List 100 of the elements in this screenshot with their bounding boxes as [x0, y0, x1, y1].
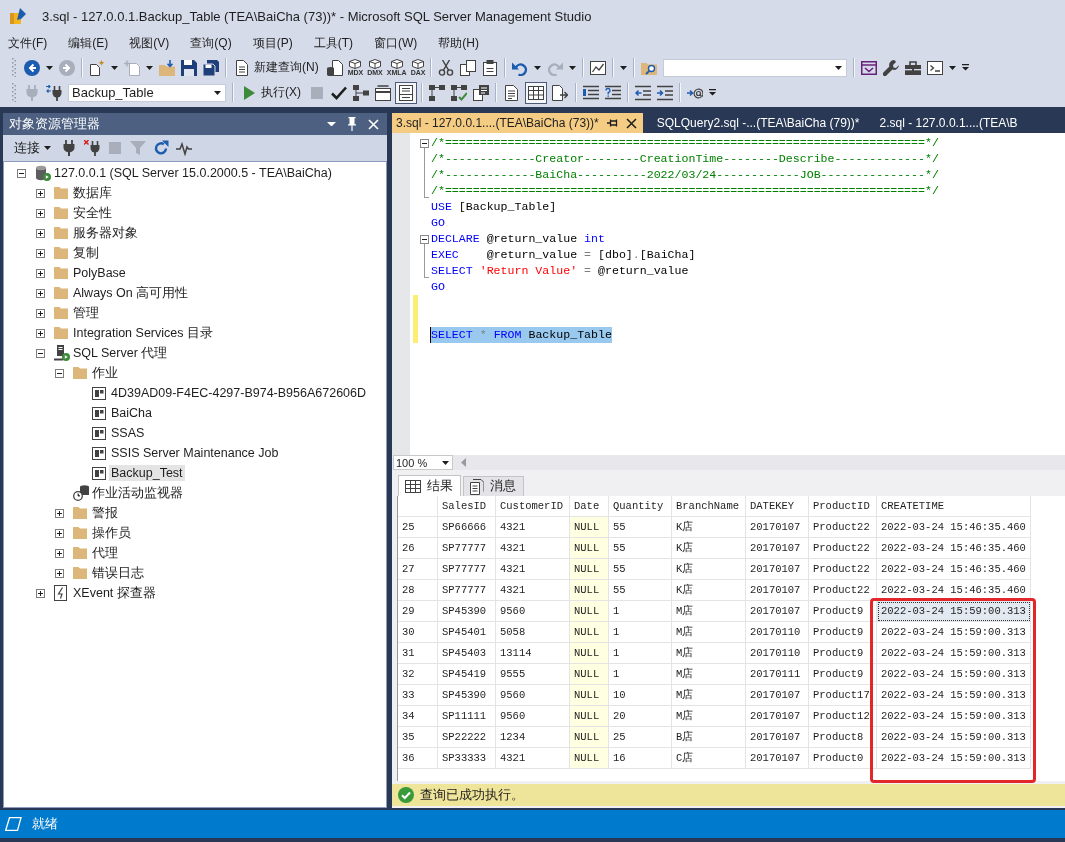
expand-icon[interactable]	[36, 288, 45, 298]
menu-item[interactable]: 编辑(E)	[61, 32, 123, 54]
pin-icon[interactable]	[346, 117, 358, 131]
caret-icon[interactable]	[44, 146, 51, 150]
menu-item[interactable]: 工具(T)	[306, 32, 367, 54]
collapse-icon[interactable]	[36, 348, 45, 358]
tree-item[interactable]: 作业活动监视器	[90, 483, 185, 503]
plug-arrows-icon[interactable]	[46, 84, 62, 101]
column-header[interactable]: DATEKEY	[746, 496, 809, 517]
expand-icon[interactable]	[36, 308, 45, 318]
menu-item[interactable]: 查询(Q)	[183, 32, 246, 54]
pin-icon[interactable]	[606, 118, 618, 128]
overflow-icon[interactable]	[962, 64, 970, 71]
tree-item[interactable]: 管理	[71, 303, 101, 323]
window-caret-icon[interactable]	[861, 59, 878, 76]
menu-item[interactable]: 文件(F)	[1, 32, 62, 54]
pulse-line-icon[interactable]	[176, 140, 192, 156]
expand-icon[interactable]	[36, 328, 45, 338]
zoom-dropdown[interactable]: 100 %	[393, 455, 453, 470]
lines-bar-icon[interactable]	[583, 84, 599, 101]
database-dropdown[interactable]: Backup_Table	[68, 83, 226, 102]
diagram-icon[interactable]	[429, 84, 445, 101]
tree-diagram-icon[interactable]	[353, 84, 369, 101]
plug-cross-icon[interactable]	[84, 140, 100, 156]
grip-icon[interactable]	[12, 82, 16, 103]
column-header[interactable]: SalesID	[438, 496, 496, 517]
expand-icon[interactable]	[36, 188, 45, 198]
tree-item[interactable]: 127.0.0.1 (SQL Server 15.0.2000.5 - TEA\BaiCha)	[52, 165, 334, 181]
results-tab[interactable]: 结果	[398, 475, 461, 496]
tree-item[interactable]: 作业	[90, 363, 120, 383]
lines-question-icon[interactable]	[605, 84, 621, 101]
column-header[interactable]: ProductID	[809, 496, 877, 517]
collapse-icon[interactable]	[17, 168, 26, 178]
tree-item[interactable]: 数据库	[71, 183, 114, 203]
tree-item[interactable]: BaiCha	[109, 405, 154, 421]
collapse-icon[interactable]	[55, 368, 64, 378]
expand-icon[interactable]	[55, 508, 64, 518]
document-tab[interactable]: 2.sql - 127.0.0.1....(TEA\B	[875, 113, 1024, 133]
expand-icon[interactable]	[55, 528, 64, 538]
expand-icon[interactable]	[36, 248, 45, 258]
terminal-icon[interactable]	[927, 59, 944, 76]
stacked-boxes-icon[interactable]	[473, 84, 489, 101]
caret-icon[interactable]	[534, 65, 542, 70]
close-icon[interactable]	[625, 117, 637, 129]
plug-icon[interactable]	[61, 140, 77, 156]
diagram-check-icon[interactable]	[451, 84, 467, 101]
tree-item[interactable]: Backup_Test	[109, 465, 185, 481]
tree-item[interactable]: XEvent 探查器	[71, 583, 158, 603]
expand-icon[interactable]	[36, 588, 45, 598]
chart-window-icon[interactable]	[590, 59, 607, 76]
play-icon[interactable]	[241, 84, 257, 101]
tree-item[interactable]: 服务器对象	[71, 223, 140, 243]
tree-item[interactable]: 警报	[90, 503, 120, 523]
expand-icon[interactable]	[36, 268, 45, 278]
tree-item[interactable]: SSAS	[109, 425, 147, 441]
tree-item[interactable]: 安全性	[71, 203, 114, 223]
save-icon[interactable]	[181, 59, 197, 76]
tree-item[interactable]: 4D39AD09-F4EC-4297-B974-B956A672606D	[109, 385, 369, 401]
caret-icon[interactable]	[442, 460, 449, 465]
tree-item[interactable]: 错误日志	[90, 563, 146, 583]
connect-button[interactable]: 连接	[11, 137, 57, 159]
text-document-icon[interactable]	[504, 84, 520, 101]
save-all-icon[interactable]	[203, 59, 219, 76]
tree-item[interactable]: 复制	[71, 243, 101, 263]
expand-icon[interactable]	[55, 568, 64, 578]
grip-icon[interactable]	[12, 57, 16, 78]
back-icon[interactable]	[24, 59, 40, 76]
document-tab[interactable]: SQLQuery2.sql -...(TEA\BaiCha (79))*	[652, 113, 866, 133]
column-header[interactable]: CustomerID	[496, 496, 570, 517]
document-lines-icon[interactable]	[234, 59, 250, 76]
caret-icon[interactable]	[620, 65, 628, 70]
toolbox-icon[interactable]	[905, 59, 922, 76]
check-icon[interactable]	[331, 84, 347, 101]
outdent-icon[interactable]	[635, 84, 651, 101]
tree-item[interactable]: SSIS Server Maintenance Job	[109, 445, 281, 461]
tree-item[interactable]: 操作员	[90, 523, 133, 543]
refresh-icon[interactable]	[153, 140, 169, 156]
caret-icon[interactable]	[111, 65, 118, 70]
caret-icon[interactable]	[146, 65, 153, 70]
copy-icon[interactable]	[460, 59, 477, 76]
wrench-icon[interactable]	[883, 59, 900, 76]
menu-item[interactable]: 窗口(W)	[367, 32, 432, 54]
window-stack-icon[interactable]	[375, 84, 391, 101]
caret-icon[interactable]	[46, 65, 53, 70]
open-folder-icon[interactable]	[159, 59, 175, 76]
caret-icon[interactable]	[949, 65, 957, 70]
expand-icon[interactable]	[55, 548, 64, 558]
caret-icon[interactable]	[835, 65, 843, 70]
indent-icon[interactable]	[657, 84, 673, 101]
tree-item[interactable]: Integration Services 目录	[71, 323, 215, 343]
cut-icon[interactable]	[438, 59, 455, 76]
expand-icon[interactable]	[36, 228, 45, 238]
menu-item[interactable]: 项目(P)	[245, 32, 307, 54]
document-arrow-icon[interactable]	[552, 84, 568, 101]
document-tab[interactable]: 3.sql - 127.0.0.1....(TEA\BaiCha (73))*	[392, 113, 643, 133]
new-query-button[interactable]: 新建查询(N)	[230, 56, 324, 79]
caret-icon[interactable]	[569, 65, 577, 70]
overflow-icon[interactable]	[709, 89, 716, 96]
dropdown-icon[interactable]	[327, 121, 336, 127]
database-document-icon[interactable]	[326, 59, 343, 76]
